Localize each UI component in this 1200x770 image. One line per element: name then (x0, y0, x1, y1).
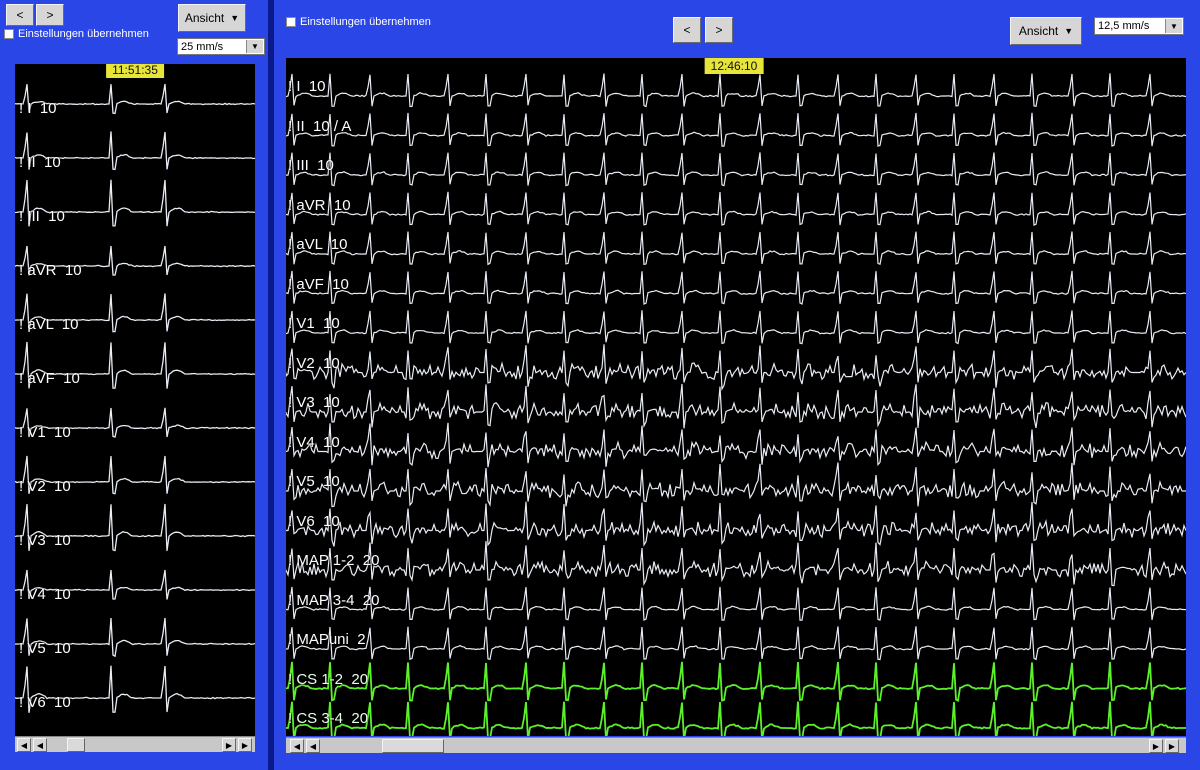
speed-value: 25 mm/s (181, 40, 224, 53)
ecg-trace (286, 422, 1186, 468)
lead-label: ! I 10 (19, 100, 57, 117)
ecg-trace-area: 11:51:35 ! I 10 ! II 10 ! III 10 ! aVR 10 ! … (15, 64, 255, 736)
left-ecg-panel: < > Ansicht ▼ Einstellungen übernehmen 2… (0, 0, 268, 770)
ecg-trace (286, 270, 1186, 305)
view-menu-button[interactable]: Ansicht ▼ (178, 4, 246, 32)
ecg-trace (286, 541, 1186, 587)
speed-select[interactable]: 25 mm/s ▼ (177, 38, 265, 55)
cs-trace (286, 701, 1186, 736)
time-badge: 12:46:10 (704, 58, 764, 74)
lead-label: ! aVF 10 (19, 370, 80, 387)
next-button[interactable]: > (705, 17, 733, 43)
scroll-start-icon[interactable]: ◀ (290, 739, 304, 753)
scroll-thumb[interactable] (382, 739, 444, 753)
lead-label: ! V5 10 (19, 640, 71, 657)
lead-label: ! V3 10 (288, 394, 340, 411)
settings-checkbox-row[interactable]: Einstellungen übernehmen (4, 28, 149, 40)
arrow-right-icon[interactable]: ▶ (1149, 739, 1163, 753)
caret-down-icon[interactable]: ▼ (1165, 19, 1182, 33)
ecg-trace (286, 191, 1186, 227)
view-button-label: Ansicht (1018, 24, 1059, 38)
lead-label: ! V6 10 (19, 694, 71, 711)
lead-label: ! V6 10 (288, 512, 340, 530)
next-button[interactable]: > (36, 4, 64, 26)
lead-label: ! V2 10 (19, 478, 71, 495)
lead-label: ! V3 10 (19, 532, 71, 549)
lead-label: ! aVR 10 (288, 196, 351, 214)
lead-label: ! MAPuni 2 (288, 631, 366, 648)
ecg-trace-area: 12:46:10 ! I 10 ! II 10 / A ! III 10 ! aVR … (286, 58, 1186, 736)
lead-label: ! III 10 (288, 157, 334, 174)
ecg-trace (286, 626, 1186, 661)
ecg-trace (286, 462, 1186, 508)
settings-checkbox-label: Einstellungen übernehmen (300, 16, 431, 28)
horizontal-scrollbar[interactable]: ◀ ◀ ▶ ▶ (286, 737, 1186, 753)
lead-label: ! V4 10 (288, 433, 340, 451)
settings-checkbox[interactable] (286, 17, 296, 27)
arrow-left-icon[interactable]: ◀ (33, 738, 47, 752)
caret-down-icon: ▼ (1064, 26, 1074, 36)
scroll-thumb[interactable] (67, 738, 85, 752)
scroll-end-icon[interactable]: ▶ (1165, 739, 1179, 753)
lead-label: ! V4 10 (19, 586, 71, 603)
lead-label: ! II 10 (19, 154, 61, 171)
ecg-trace (286, 152, 1186, 187)
horizontal-scrollbar[interactable]: ◀ ◀ ▶ ▶ (15, 736, 255, 752)
lead-label: ! CS 1-2 20 (288, 670, 369, 688)
speed-select[interactable]: 12,5 mm/s ▼ (1094, 17, 1184, 35)
prev-button[interactable]: < (6, 4, 34, 26)
lead-label: ! III 10 (19, 208, 65, 225)
ecg-trace (286, 383, 1186, 429)
prev-button[interactable]: < (673, 17, 701, 43)
lead-label: ! MAP 1-2 20 (288, 552, 380, 569)
lead-label: ! CS 3-4 20 (288, 710, 369, 727)
scroll-end-icon[interactable]: ▶ (238, 738, 252, 752)
right-ecg-panel: Einstellungen übernehmen < > Ansicht ▼ 1… (274, 0, 1200, 770)
cs-trace (286, 661, 1186, 702)
ecg-trace (286, 231, 1186, 266)
ecg-trace (286, 344, 1186, 391)
caret-down-icon[interactable]: ▼ (246, 40, 263, 53)
lead-label: ! V2 10 (288, 354, 340, 372)
time-badge: 11:51:35 (106, 64, 164, 78)
ecg-trace (286, 73, 1186, 108)
ecg-trace (286, 586, 1186, 621)
settings-checkbox[interactable] (4, 29, 14, 39)
scroll-start-icon[interactable]: ◀ (17, 738, 31, 752)
view-button-label: Ansicht (184, 11, 225, 25)
lead-label: ! aVR 10 (19, 262, 82, 279)
arrow-left-icon[interactable]: ◀ (306, 739, 320, 753)
ecg-trace (286, 112, 1186, 147)
lead-label: ! aVL 10 (19, 316, 79, 333)
speed-value: 12,5 mm/s (1098, 20, 1150, 32)
lead-label: ! V5 10 (288, 473, 340, 490)
arrow-right-icon[interactable]: ▶ (222, 738, 236, 752)
lead-label: ! aVF 10 (288, 275, 349, 293)
lead-label: ! MAP 3-4 20 (288, 591, 380, 609)
lead-label: ! I 10 (288, 78, 326, 95)
settings-checkbox-label: Einstellungen übernehmen (18, 28, 149, 40)
ecg-trace (286, 310, 1186, 345)
lead-label: ! aVL 10 (288, 236, 348, 253)
lead-label: ! V1 10 (288, 315, 340, 332)
ecg-trace (286, 501, 1186, 547)
ecg-traces (286, 73, 1186, 736)
caret-down-icon: ▼ (230, 13, 240, 23)
lead-label: ! V1 10 (19, 424, 71, 441)
settings-checkbox-row[interactable]: Einstellungen übernehmen (286, 16, 431, 28)
lead-label: ! II 10 / A (288, 117, 352, 135)
view-menu-button[interactable]: Ansicht ▼ (1010, 17, 1082, 45)
